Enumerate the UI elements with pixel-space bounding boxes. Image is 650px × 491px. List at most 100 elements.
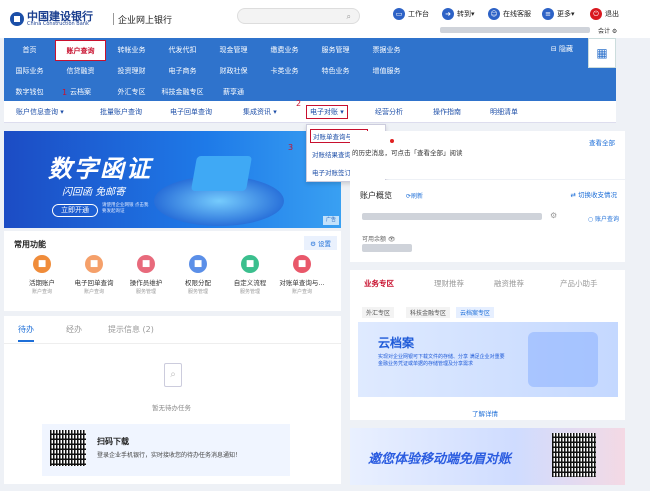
open-now-button[interactable]: 立即开通 [52, 204, 98, 217]
chip-forex[interactable]: 外汇专区 [362, 307, 395, 318]
tab-finance-recommend[interactable]: 理财推荐 [434, 278, 464, 289]
todo-panel: 待办 经办 提示信息 (2) ⌕ 暂无待办任务 扫码下载 登录企业手机银行，实时… [4, 316, 341, 484]
function-category: 服务管理 [135, 289, 156, 295]
chip-cloud-archive[interactable]: 云档案专区 [456, 307, 495, 318]
promo-text: 邀您体验移动端免眉对账 [368, 452, 512, 467]
function-label: 操作员维护 [129, 279, 163, 287]
menu-item-row1-5[interactable]: 缴费业务 [259, 40, 310, 61]
qr-code [50, 430, 86, 466]
submenu-integrated-info[interactable]: 集成资讯 ▾ [243, 107, 277, 117]
account-overview: 账户概览 ⟳刷新 ⇄ 切换收支情况 ⚙ ○ 账户查询 可用余额 👁 [350, 180, 625, 262]
menu-item-row2-4[interactable]: 财政社保 [208, 61, 259, 82]
menu-item-row1-4[interactable]: 现金管理 [208, 40, 259, 61]
function-icon: ■ [293, 255, 311, 273]
tab-handled[interactable]: 经办 [66, 324, 82, 335]
menu-item-row2-3[interactable]: 电子商务 [157, 61, 208, 82]
unread-dot [390, 139, 394, 143]
function-label: 对账单查询与... [279, 279, 325, 287]
grid-menu-icon[interactable]: ▦ [588, 38, 616, 68]
nav-online-service[interactable]: ☺ 在线客服 [488, 8, 531, 20]
submenu-guide[interactable]: 操作指南 [433, 107, 461, 117]
nav-logout[interactable]: ⏻ 退出 [590, 8, 619, 20]
menu-item-row1-2[interactable]: 转帐业务 [106, 40, 157, 61]
notice-text: 的历史消息，可点击「查看全部」阅读 [352, 149, 463, 157]
menu-item-result-query[interactable]: 对账结果查询 [312, 149, 351, 159]
menu-item-row2-2[interactable]: 投资理财 [106, 61, 157, 82]
ad-tag: 广告 [323, 216, 339, 225]
cloud-archive-card[interactable]: 云档案 实现对企业网银可下载文件的存储、分享 满足企业对重要金融业务凭证或单据的… [358, 322, 618, 397]
refresh-button[interactable]: ⟳刷新 [406, 191, 423, 200]
menu-item-row1-6[interactable]: 服务管理 [310, 40, 361, 61]
quick-function-1[interactable]: ■ 电子回单查询 账户查询 [68, 255, 120, 295]
nav-more[interactable]: ≡ 更多▾ [542, 8, 575, 20]
divider [4, 343, 341, 344]
quick-function-3[interactable]: ■ 权限分配 服务管理 [172, 255, 224, 295]
nav-desk[interactable]: ▭ 工作台 [393, 8, 429, 20]
menu-item-row1-3[interactable]: 代发代扣 [157, 40, 208, 61]
tab-loan-recommend[interactable]: 融资推荐 [494, 278, 524, 289]
setting-button[interactable]: ⚙ 设置 [304, 236, 337, 250]
settings-icon[interactable]: ⚙ [550, 211, 557, 220]
function-category: 账户查询 [31, 289, 52, 295]
submenu-receipt[interactable]: 电子回单查询 [170, 107, 212, 117]
submenu-e-reconciliation[interactable]: 电子对账 ▾ [306, 105, 348, 119]
download-card: 扫码下载 登录企业手机银行，实时接收您的待办任务消息通知！ [42, 424, 290, 476]
function-label: 活期账户 [29, 279, 55, 287]
function-category: 服务管理 [239, 289, 260, 295]
menu-item-row1-0[interactable]: 首页 [4, 40, 55, 61]
search-input[interactable]: ⌕ [237, 8, 360, 24]
service-icon: ☺ [488, 8, 500, 20]
menu-item-row2-7[interactable]: 增值服务 [361, 61, 412, 82]
menu-item-row1-1[interactable]: 账户查询 [55, 40, 106, 61]
menu-item-row2-0[interactable]: 国际业务 [4, 61, 55, 82]
view-all-link[interactable]: 查看全部 [589, 137, 615, 147]
notice-panel: 的历史消息，可点击「查看全部」阅读 查看全部 [350, 131, 625, 179]
chip-tech-finance[interactable]: 科技金融专区 [406, 307, 451, 318]
tab-product-assistant[interactable]: 产品小助手 [560, 278, 598, 289]
submenu-detail-list[interactable]: 明细清单 [490, 107, 518, 117]
menu-item-row3-2[interactable]: 外汇专区 [106, 82, 157, 103]
divider [113, 13, 114, 25]
menu-item-row2-6[interactable]: 特色业务 [310, 61, 361, 82]
function-icon: ■ [241, 255, 259, 273]
submenu-batch-account[interactable]: 批量账户查询 [100, 107, 142, 117]
quick-function-4[interactable]: ■ 自定义流程服务管理 [224, 255, 276, 295]
function-icon: ■ [85, 255, 103, 273]
mobile-promo-banner[interactable]: 邀您体验移动端免眉对账 [350, 428, 625, 485]
quick-function-2[interactable]: ■ 操作员维护服务管理 [120, 255, 172, 295]
function-label: 电子回单查询 [74, 279, 114, 287]
menu-item-row2-1[interactable]: 信贷融资 [55, 61, 106, 82]
quick-function-5[interactable]: ■ 对账单查询与... 账户查询 [276, 255, 328, 295]
power-icon: ⏻ [590, 8, 602, 20]
menu-item-row3-4[interactable]: 薪享通 [208, 82, 259, 103]
nav-transfer[interactable]: ➜ 转到▾ [442, 8, 475, 20]
search-icon[interactable]: ⌕ [347, 12, 351, 22]
account-query-link[interactable]: ○ 账户查询 [588, 214, 619, 223]
tab-business-zone[interactable]: 业务专区 [364, 278, 394, 289]
banner-note: 请使用企业网银 点击我要发起询证 [102, 203, 149, 214]
learn-more-link[interactable]: 了解详情 [472, 408, 498, 418]
empty-box-icon: ⌕ [164, 363, 182, 387]
function-icon: ■ [137, 255, 155, 273]
tab-todo[interactable]: 待办 [18, 324, 34, 342]
switch-view-button[interactable]: ⇄ 切换收支情况 [570, 189, 617, 199]
function-category: 账户查询 [291, 289, 312, 295]
submenu-business-analysis[interactable]: 经营分析 [375, 107, 403, 117]
hide-menu-button[interactable]: ⊟ 隐藏 [551, 44, 573, 54]
function-icon: ■ [33, 255, 51, 273]
submenu-account-info[interactable]: 账户信息查询 ▾ [16, 107, 64, 117]
menu-item-row2-5[interactable]: 卡类业务 [259, 61, 310, 82]
main-menu: 首页 账户查询 转帐业务 代发代扣 现金管理 缴费业务 服务管理 票据业务 国际业务 信贷融资投… [4, 38, 616, 101]
account-title: 账户概览 [360, 191, 392, 200]
ccb-logo-icon [10, 12, 24, 26]
function-label: 自定义流程 [233, 279, 267, 287]
system-name: 企业网上银行 [118, 16, 173, 26]
sub-menu: 账户信息查询 ▾ 批量账户查询 电子回单查询 集成资讯 ▾ 电子对账 ▾ 经营分… [4, 101, 616, 123]
menu-item-row1-7[interactable]: 票据业务 [361, 40, 412, 61]
tab-tips[interactable]: 提示信息 (2) [108, 324, 154, 335]
quick-function-0[interactable]: ■ 活期账户账户查询 [16, 255, 68, 295]
menu-item-row3-0[interactable]: 数字钱包 [4, 82, 55, 103]
balance-label: 可用余额 👁 [362, 236, 396, 243]
bank-logo[interactable]: 中国建设银行 China Construction Bank [10, 11, 93, 27]
menu-item-row3-3[interactable]: 科技金融专区 [157, 82, 208, 103]
